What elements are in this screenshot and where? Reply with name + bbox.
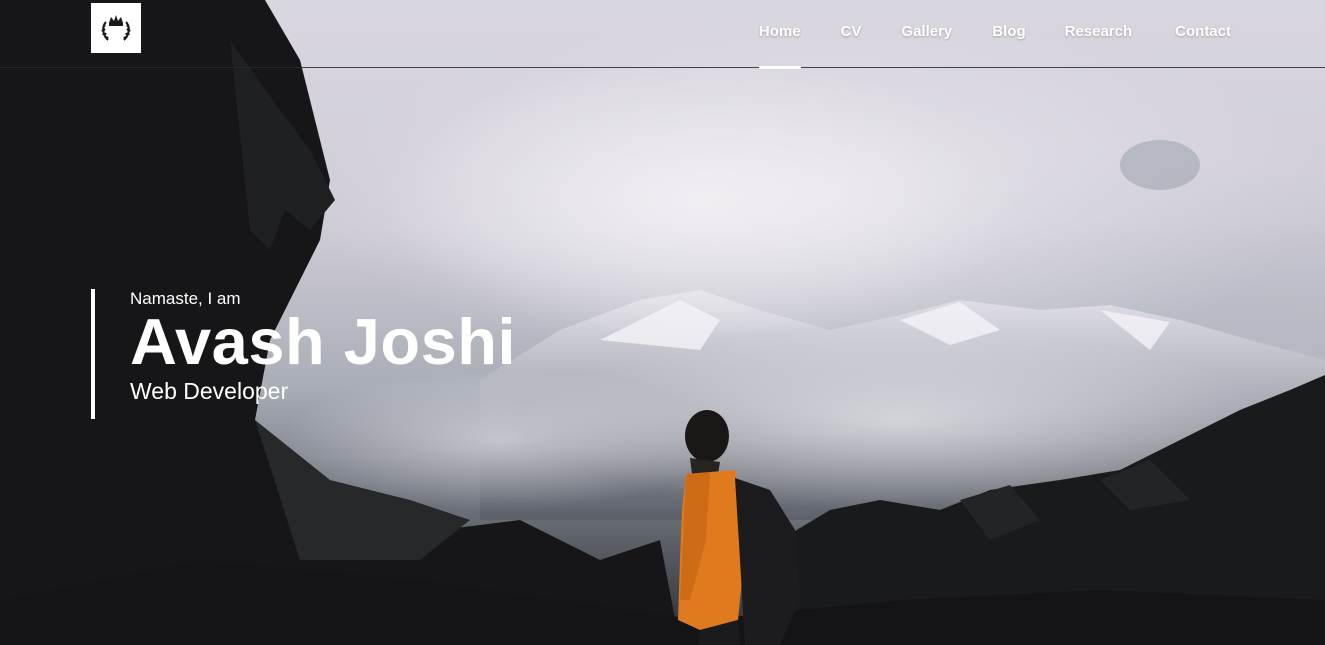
nav-link-cv[interactable]: CV [841, 0, 862, 40]
hero-name: Avash Joshi [130, 305, 517, 378]
nav-item-contact: Contact [1175, 0, 1231, 68]
nav-item-blog: Blog [992, 0, 1025, 68]
top-navbar: Home CV Gallery Blog Research Contact [0, 0, 1325, 69]
nav-item-gallery: Gallery [901, 0, 952, 68]
nav-item-home: Home [758, 0, 801, 69]
nav-link-contact[interactable]: Contact [1175, 0, 1231, 40]
nav-item-research: Research [1065, 0, 1133, 68]
crown-laurel-icon [101, 15, 131, 41]
nav-link-research[interactable]: Research [1065, 0, 1133, 40]
nav-menu: Home CV Gallery Blog Research Contact [758, 0, 1325, 69]
nav-item-cv: CV [841, 0, 862, 68]
site-logo-link[interactable] [91, 3, 141, 53]
hero-intro: Namaste, I am Avash Joshi Web Developer [91, 289, 516, 419]
nav-link-gallery[interactable]: Gallery [901, 0, 952, 40]
nav-link-blog[interactable]: Blog [992, 0, 1025, 40]
hero-role: Web Developer [130, 378, 289, 404]
nav-link-home[interactable]: Home [759, 0, 801, 40]
